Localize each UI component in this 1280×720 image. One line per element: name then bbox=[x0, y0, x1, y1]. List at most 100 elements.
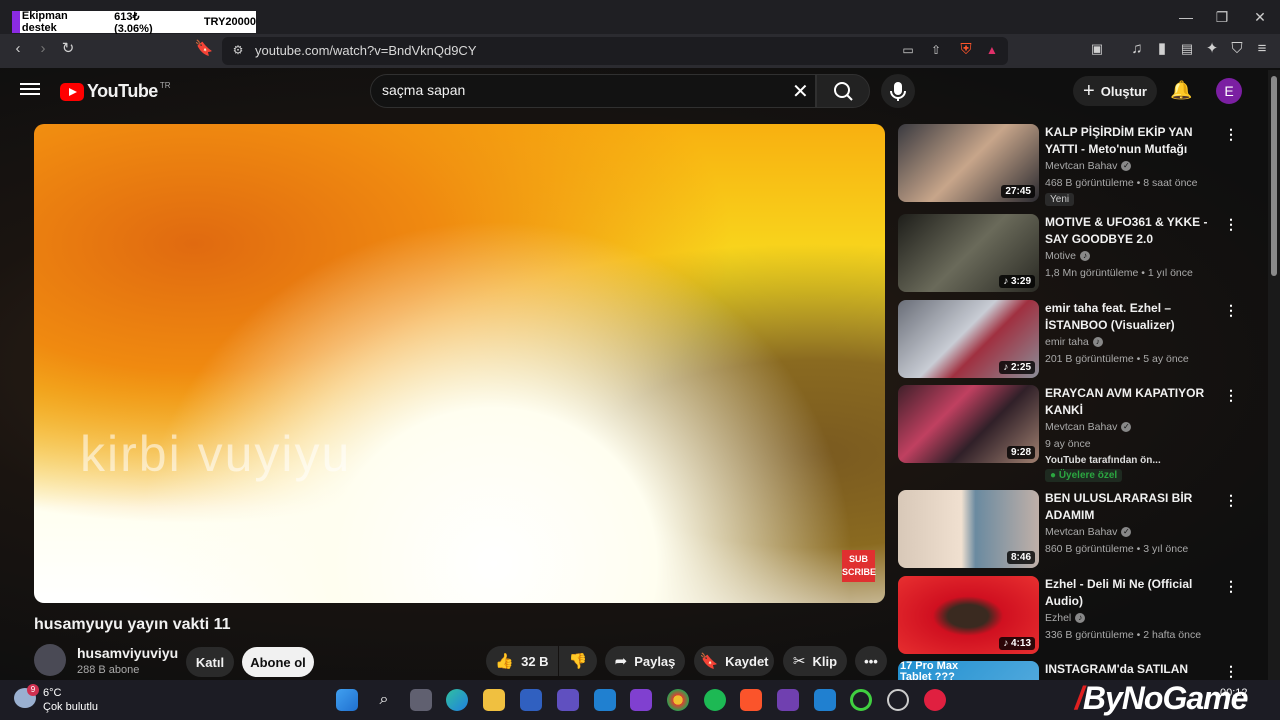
notifications-bell-icon[interactable]: 🔔 bbox=[1170, 80, 1192, 101]
visual-studio-icon[interactable] bbox=[777, 689, 799, 711]
vscode-icon[interactable] bbox=[814, 689, 836, 711]
teams-icon[interactable] bbox=[557, 689, 579, 711]
voice-search-button[interactable] bbox=[881, 74, 915, 108]
verified-icon: ✓ bbox=[1121, 527, 1132, 538]
duration-badge: ♪ 3:29 bbox=[999, 275, 1035, 288]
sidebar-toggle-icon[interactable]: ▮ bbox=[1152, 40, 1172, 60]
more-options-icon[interactable]: ⋮ bbox=[1224, 126, 1238, 143]
brave-icon[interactable] bbox=[740, 689, 762, 711]
donation-goal-overlay: Ekipman destek 613₺ (3.06%) TRY20000 bbox=[12, 10, 256, 35]
video-thumbnail[interactable]: 9:28 bbox=[898, 385, 1039, 463]
video-thumbnail[interactable]: ♪ 3:29 bbox=[898, 214, 1039, 292]
more-options-icon[interactable]: ⋮ bbox=[1224, 302, 1238, 319]
url-text[interactable]: youtube.com/watch?v=BndVknQd9CY bbox=[255, 43, 477, 58]
more-options-icon[interactable]: ⋮ bbox=[1224, 578, 1238, 595]
microphone-icon bbox=[890, 82, 906, 101]
join-button[interactable]: Katıl bbox=[186, 647, 234, 677]
duration-badge: 9:28 bbox=[1006, 446, 1035, 459]
reload-icon[interactable]: ↻ bbox=[58, 40, 78, 60]
recommendation-title[interactable]: MOTIVE & UFO361 & YKKE - SAY GOODBYE 2.0 bbox=[1045, 214, 1217, 248]
video-player[interactable] bbox=[34, 124, 885, 603]
maximize-icon[interactable]: ❐ bbox=[1208, 6, 1236, 28]
app-icon[interactable] bbox=[630, 689, 652, 711]
share-button[interactable]: ➦ Paylaş bbox=[605, 646, 685, 676]
recommendation-title[interactable]: Ezhel - Deli Mi Ne (Official Audio) bbox=[1045, 576, 1217, 610]
brave-shield-icon[interactable]: ⛨ bbox=[956, 41, 976, 61]
scrollbar-thumb[interactable] bbox=[1271, 76, 1277, 276]
scissors-icon: ✂ bbox=[792, 653, 806, 670]
channel-avatar[interactable] bbox=[34, 644, 66, 676]
share-page-icon[interactable]: ⇧ bbox=[926, 41, 946, 61]
brave-rewards-icon[interactable]: ▲ bbox=[982, 41, 1002, 61]
ai-icon[interactable]: ✦ bbox=[1202, 40, 1222, 60]
media-icon[interactable]: ♫ bbox=[1127, 40, 1147, 60]
like-button[interactable]: 👍 32 B bbox=[486, 646, 558, 676]
mail-icon[interactable] bbox=[594, 689, 616, 711]
more-options-icon[interactable]: ⋮ bbox=[1224, 216, 1238, 233]
close-window-icon[interactable]: ✕ bbox=[1246, 6, 1274, 28]
vpn-icon[interactable]: ⛉ bbox=[1227, 40, 1247, 60]
address-bar[interactable]: ⚙ youtube.com/watch?v=BndVknQd9CY ▭ ⇧ ⛨ … bbox=[222, 37, 1008, 65]
recommendation-title[interactable]: BEN ULUSLARARASI BİR ADAMIM bbox=[1045, 490, 1217, 524]
new-badge: Yeni bbox=[1045, 193, 1075, 206]
video-thumbnail[interactable]: ♪ 2:25 bbox=[898, 300, 1039, 378]
guide-menu-icon[interactable] bbox=[20, 80, 40, 100]
clock[interactable]: 00:12 bbox=[1220, 687, 1248, 699]
premiere-note: YouTube tarafından ön... bbox=[1045, 455, 1161, 466]
more-actions-button[interactable]: ••• bbox=[855, 646, 887, 676]
store-icon[interactable] bbox=[520, 689, 542, 711]
badge-line-2: SCRIBE bbox=[842, 567, 877, 577]
dislike-button[interactable]: 👎 bbox=[559, 646, 597, 676]
forward-icon[interactable]: › bbox=[33, 40, 53, 60]
verified-icon: ♪ bbox=[1075, 613, 1086, 624]
channel-name[interactable]: husamviyuviyu bbox=[77, 645, 178, 661]
temperature[interactable]: 6°C bbox=[43, 687, 61, 699]
video-thumbnail[interactable]: ♪ 4:13 bbox=[898, 576, 1039, 654]
file-explorer-icon[interactable] bbox=[483, 689, 505, 711]
clip-button[interactable]: ✂ Klip bbox=[783, 646, 847, 676]
search-value[interactable]: saçma sapan bbox=[382, 82, 465, 98]
minimize-icon[interactable]: — bbox=[1172, 6, 1200, 28]
more-options-icon[interactable]: ⋮ bbox=[1224, 663, 1238, 680]
clear-search-icon[interactable]: ✕ bbox=[792, 79, 809, 104]
taskbar-search-icon[interactable]: ⌕ bbox=[373, 689, 395, 711]
thumbs-up-icon: 👍 bbox=[495, 653, 515, 670]
video-thumbnail[interactable]: 27:45 bbox=[898, 124, 1039, 202]
spotify-icon[interactable] bbox=[704, 689, 726, 711]
cast-icon[interactable]: ▭ bbox=[898, 41, 918, 61]
bookmark-icon[interactable]: 🔖 bbox=[194, 40, 214, 60]
windows-start-icon[interactable] bbox=[336, 689, 358, 711]
browser-menu-icon[interactable]: ≡ bbox=[1252, 40, 1272, 60]
recommendation-meta: 1,8 Mn görüntüleme • 1 yıl önce bbox=[1045, 267, 1193, 279]
task-view-icon[interactable] bbox=[410, 689, 432, 711]
leo-icon[interactable]: ▣ bbox=[1087, 40, 1107, 60]
youtube-logo[interactable]: YouTube TR bbox=[60, 81, 171, 102]
video-thumbnail[interactable]: 8:46 bbox=[898, 490, 1039, 568]
save-button[interactable]: 🔖 Kaydet bbox=[694, 646, 774, 676]
recommendation-item[interactable]: 17 Pro Max Tablet ??? INSTAGRAM'da SATIL… bbox=[898, 661, 1268, 680]
recommendation-title[interactable]: KALP PİŞİRDİM EKİP YAN YATTI - Meto'nun … bbox=[1045, 124, 1217, 158]
app-red-icon[interactable] bbox=[924, 689, 946, 711]
recommendation-title[interactable]: INSTAGRAM'da SATILAN bbox=[1045, 661, 1217, 678]
recommendation-title[interactable]: emir taha feat. Ezhel – İSTANBOO (Visual… bbox=[1045, 300, 1217, 334]
edge-icon[interactable] bbox=[446, 689, 468, 711]
weather-condition[interactable]: Çok bulutlu bbox=[43, 701, 98, 713]
recommendation-channel: Motive ♪ bbox=[1045, 250, 1090, 262]
subscriber-count: 288 B abone bbox=[77, 664, 140, 676]
subscribe-watermark-badge[interactable]: SUB SCRIBE bbox=[842, 550, 877, 582]
site-settings-icon[interactable]: ⚙ bbox=[228, 41, 248, 61]
video-thumbnail[interactable]: 17 Pro Max Tablet ??? bbox=[898, 661, 1039, 680]
search-button[interactable] bbox=[816, 74, 870, 108]
more-options-icon[interactable]: ⋮ bbox=[1224, 492, 1238, 509]
chrome-icon[interactable] bbox=[667, 689, 689, 711]
create-button[interactable]: + Oluştur bbox=[1073, 76, 1157, 106]
duration-badge: ♪ 2:25 bbox=[999, 361, 1035, 374]
app-ring-icon[interactable] bbox=[850, 689, 872, 711]
account-avatar[interactable]: E bbox=[1216, 78, 1242, 104]
more-options-icon[interactable]: ⋮ bbox=[1224, 387, 1238, 404]
obs-icon[interactable] bbox=[887, 689, 909, 711]
recommendation-title[interactable]: ERAYCAN AVM KAPATIYOR KANKİ bbox=[1045, 385, 1217, 419]
wallet-icon[interactable]: ▤ bbox=[1177, 40, 1197, 60]
subscribe-button[interactable]: Abone ol bbox=[242, 647, 314, 677]
back-icon[interactable]: ‹ bbox=[8, 40, 28, 60]
